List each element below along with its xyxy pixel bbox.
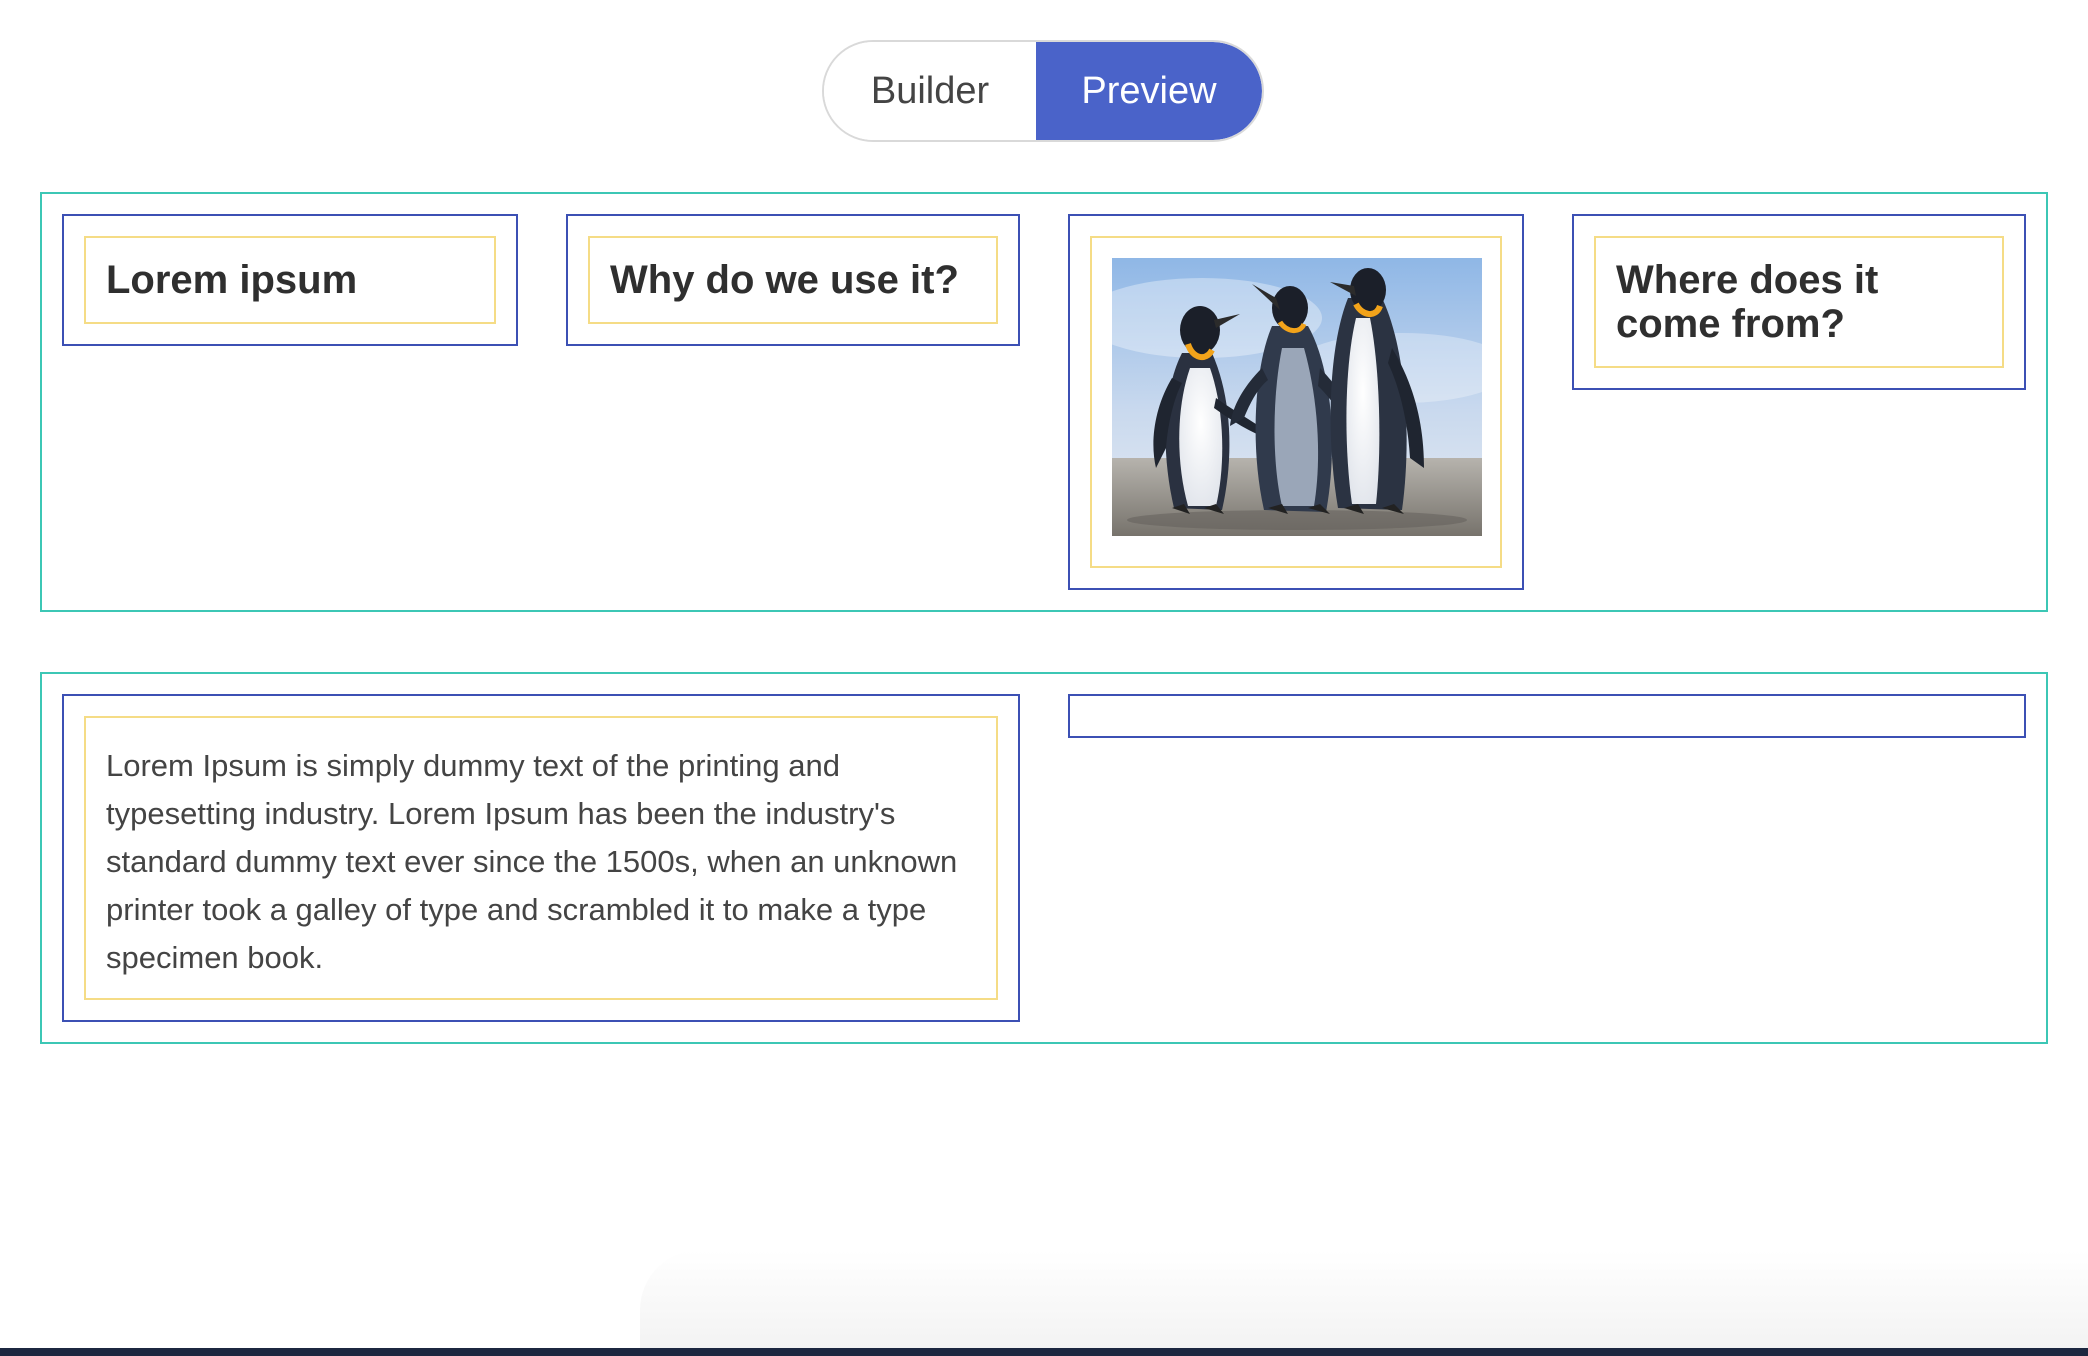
column-5: Lorem Ipsum is simply dummy text of the … bbox=[62, 694, 1020, 1022]
preview-button[interactable]: Preview bbox=[1036, 42, 1262, 140]
page-canvas: Builder Preview Lorem ipsum Why do we us… bbox=[0, 0, 2088, 1356]
column-1: Lorem ipsum bbox=[62, 214, 518, 346]
heading-why-use-it: Why do we use it? bbox=[610, 258, 959, 302]
penguins-image bbox=[1112, 258, 1482, 536]
builder-button[interactable]: Builder bbox=[824, 42, 1036, 140]
window-bottom-edge bbox=[0, 1348, 2088, 1356]
layout-row-2: Lorem Ipsum is simply dummy text of the … bbox=[40, 672, 2048, 1044]
column-4: Where does it come from? bbox=[1572, 214, 2026, 390]
column-2: Why do we use it? bbox=[566, 214, 1020, 346]
paragraph-text: Lorem Ipsum is simply dummy text of the … bbox=[106, 748, 958, 975]
heading-where-from: Where does it come from? bbox=[1616, 258, 1879, 346]
builder-label: Builder bbox=[870, 69, 990, 112]
text-block: Lorem Ipsum is simply dummy text of the … bbox=[84, 716, 998, 1000]
heading-block: Where does it come from? bbox=[1594, 236, 2004, 368]
column-3 bbox=[1068, 214, 1524, 590]
heading-lorem-ipsum: Lorem ipsum bbox=[106, 258, 358, 302]
image-block bbox=[1090, 236, 1502, 568]
heading-block: Lorem ipsum bbox=[84, 236, 496, 324]
preview-label: Preview bbox=[1081, 69, 1217, 112]
column-6-empty bbox=[1068, 694, 2026, 738]
window-shadow bbox=[640, 1250, 2088, 1348]
layout-row-1: Lorem ipsum Why do we use it? Where does… bbox=[40, 192, 2048, 612]
heading-block: Why do we use it? bbox=[588, 236, 998, 324]
mode-toggle: Builder Preview bbox=[822, 40, 1264, 142]
